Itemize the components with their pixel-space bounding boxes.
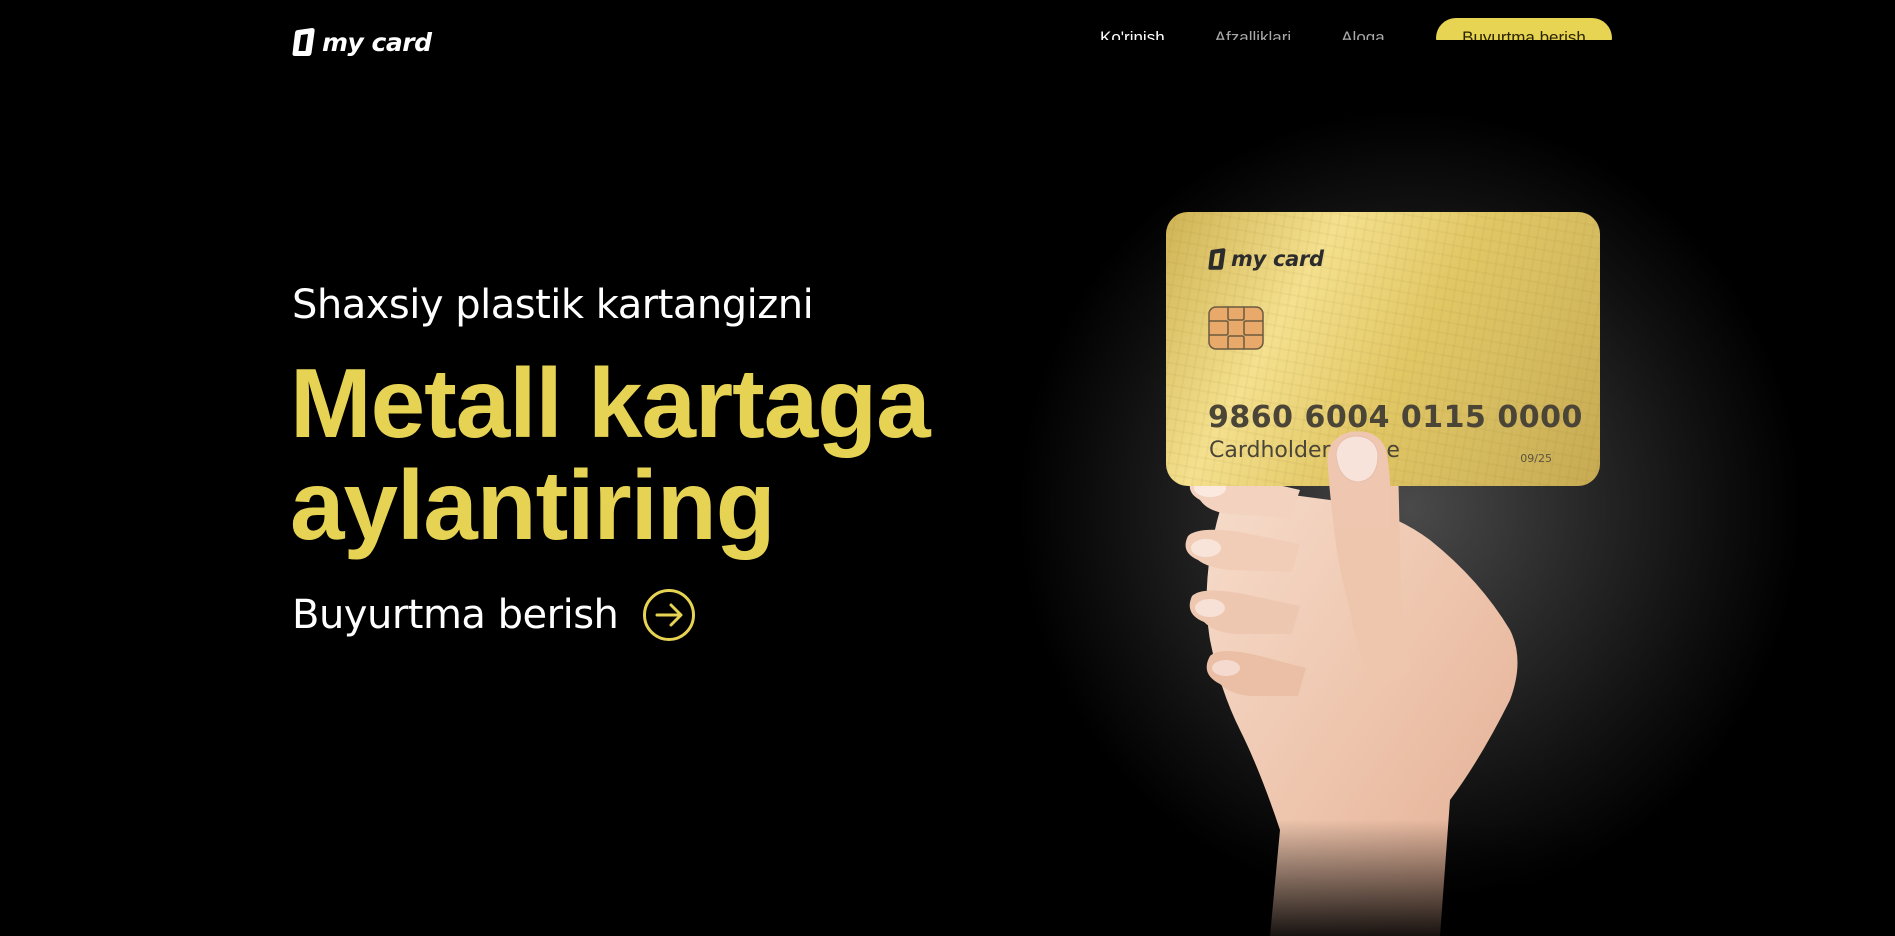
card-logo-icon: [292, 28, 315, 56]
hero-subtitle: Shaxsiy plastik kartangizni: [292, 282, 814, 328]
chip-icon: [1208, 306, 1264, 350]
hero-title-line-2: aylantiring: [290, 450, 776, 560]
hero-order-link[interactable]: Buyurtma berish: [292, 586, 696, 644]
card-brand-name: my card: [1231, 247, 1324, 271]
arrow-right-circle-icon[interactable]: [642, 588, 696, 642]
card-expiry: 09/25: [1520, 452, 1552, 465]
thumb-image: [1327, 431, 1391, 528]
logo-wordmark: my card: [322, 27, 432, 57]
hand-image: [1180, 470, 1620, 936]
site-logo[interactable]: my card: [292, 26, 432, 58]
hero-title: Metall kartaga aylantiring: [290, 352, 1010, 556]
card-logo-icon: [1208, 248, 1226, 270]
hero-order-label: Buyurtma berish: [292, 592, 619, 638]
card-brand: my card: [1208, 246, 1324, 272]
hero-title-line-1: Metall kartaga: [290, 348, 931, 458]
